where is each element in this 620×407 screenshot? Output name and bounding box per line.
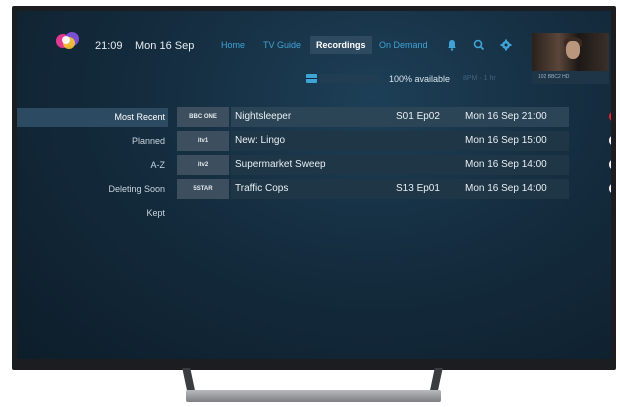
storage-available-text: 100% available: [389, 74, 451, 84]
gear-icon[interactable]: [499, 38, 513, 52]
recording-details: Nightsleeper S01 Ep02 Mon 16 Sep 21:00: [231, 107, 611, 127]
recording-time: Mon 16 Sep 21:00: [465, 111, 547, 122]
preview-person-face: [566, 41, 580, 59]
channel-logo: 5STAR: [177, 179, 229, 199]
recording-title: Supermarket Sweep: [235, 159, 326, 170]
menu-item-planned[interactable]: Planned: [132, 136, 165, 146]
tv-screen: 21:09 Mon 16 Sep Home TV Guide Recording…: [17, 11, 611, 359]
recording-in-progress-icon: [609, 111, 611, 122]
recording-episode: S13 Ep01: [396, 183, 440, 194]
recording-title: Traffic Cops: [235, 183, 289, 194]
recording-details: New: Lingo Mon 16 Sep 15:00: [231, 131, 611, 151]
recorded-icon: [609, 135, 611, 146]
nav-tv-guide[interactable]: TV Guide: [263, 40, 301, 50]
bell-icon[interactable]: [445, 38, 459, 52]
freely-logo-icon: [56, 32, 79, 49]
current-date: Mon 16 Sep: [135, 40, 195, 52]
recording-details: Supermarket Sweep Mon 16 Sep 14:00: [231, 155, 611, 175]
menu-item-a-z[interactable]: A-Z: [151, 160, 166, 170]
channel-logo: itv1: [177, 131, 229, 151]
top-bar: 21:09 Mon 16 Sep Home TV Guide Recording…: [17, 11, 611, 84]
recording-row[interactable]: BBC ONE Nightsleeper S01 Ep02 Mon 16 Sep…: [177, 107, 611, 127]
recording-title: New: Lingo: [235, 135, 286, 146]
tv-stand-base: [186, 390, 441, 402]
nav-home[interactable]: Home: [221, 40, 245, 50]
menu-item-kept[interactable]: Kept: [146, 208, 165, 218]
nav-on-demand[interactable]: On Demand: [379, 40, 428, 50]
clock: 21:09: [95, 40, 123, 52]
recording-details: Traffic Cops S13 Ep01 Mon 16 Sep 14:00: [231, 179, 611, 199]
recording-title: Nightsleeper: [235, 111, 292, 122]
live-tv-preview[interactable]: [532, 33, 609, 71]
recording-row[interactable]: itv1 New: Lingo Mon 16 Sep 15:00: [177, 131, 611, 151]
recording-time: Mon 16 Sep 15:00: [465, 135, 547, 146]
storage-secondary-text: 8PM · 1 hr: [463, 75, 496, 82]
recorded-icon: [609, 183, 611, 194]
recording-time: Mon 16 Sep 14:00: [465, 183, 547, 194]
storage-bar: [320, 74, 380, 83]
search-icon[interactable]: [472, 38, 486, 52]
nav-recordings[interactable]: Recordings: [310, 36, 372, 54]
recording-row[interactable]: itv2 Supermarket Sweep Mon 16 Sep 14:00: [177, 155, 611, 175]
recording-time: Mon 16 Sep 14:00: [465, 159, 547, 170]
recording-episode: S01 Ep02: [396, 111, 440, 122]
menu-item-deleting-soon[interactable]: Deleting Soon: [108, 184, 165, 194]
menu-item-most-recent[interactable]: Most Recent: [114, 112, 165, 122]
preview-channel-label: 102 BBC2 HD: [532, 71, 609, 84]
channel-logo: itv2: [177, 155, 229, 175]
recording-row[interactable]: 5STAR Traffic Cops S13 Ep01 Mon 16 Sep 1…: [177, 179, 611, 199]
storage-icon: [306, 74, 317, 83]
channel-logo: BBC ONE: [177, 107, 229, 127]
recorded-icon: [609, 159, 611, 170]
